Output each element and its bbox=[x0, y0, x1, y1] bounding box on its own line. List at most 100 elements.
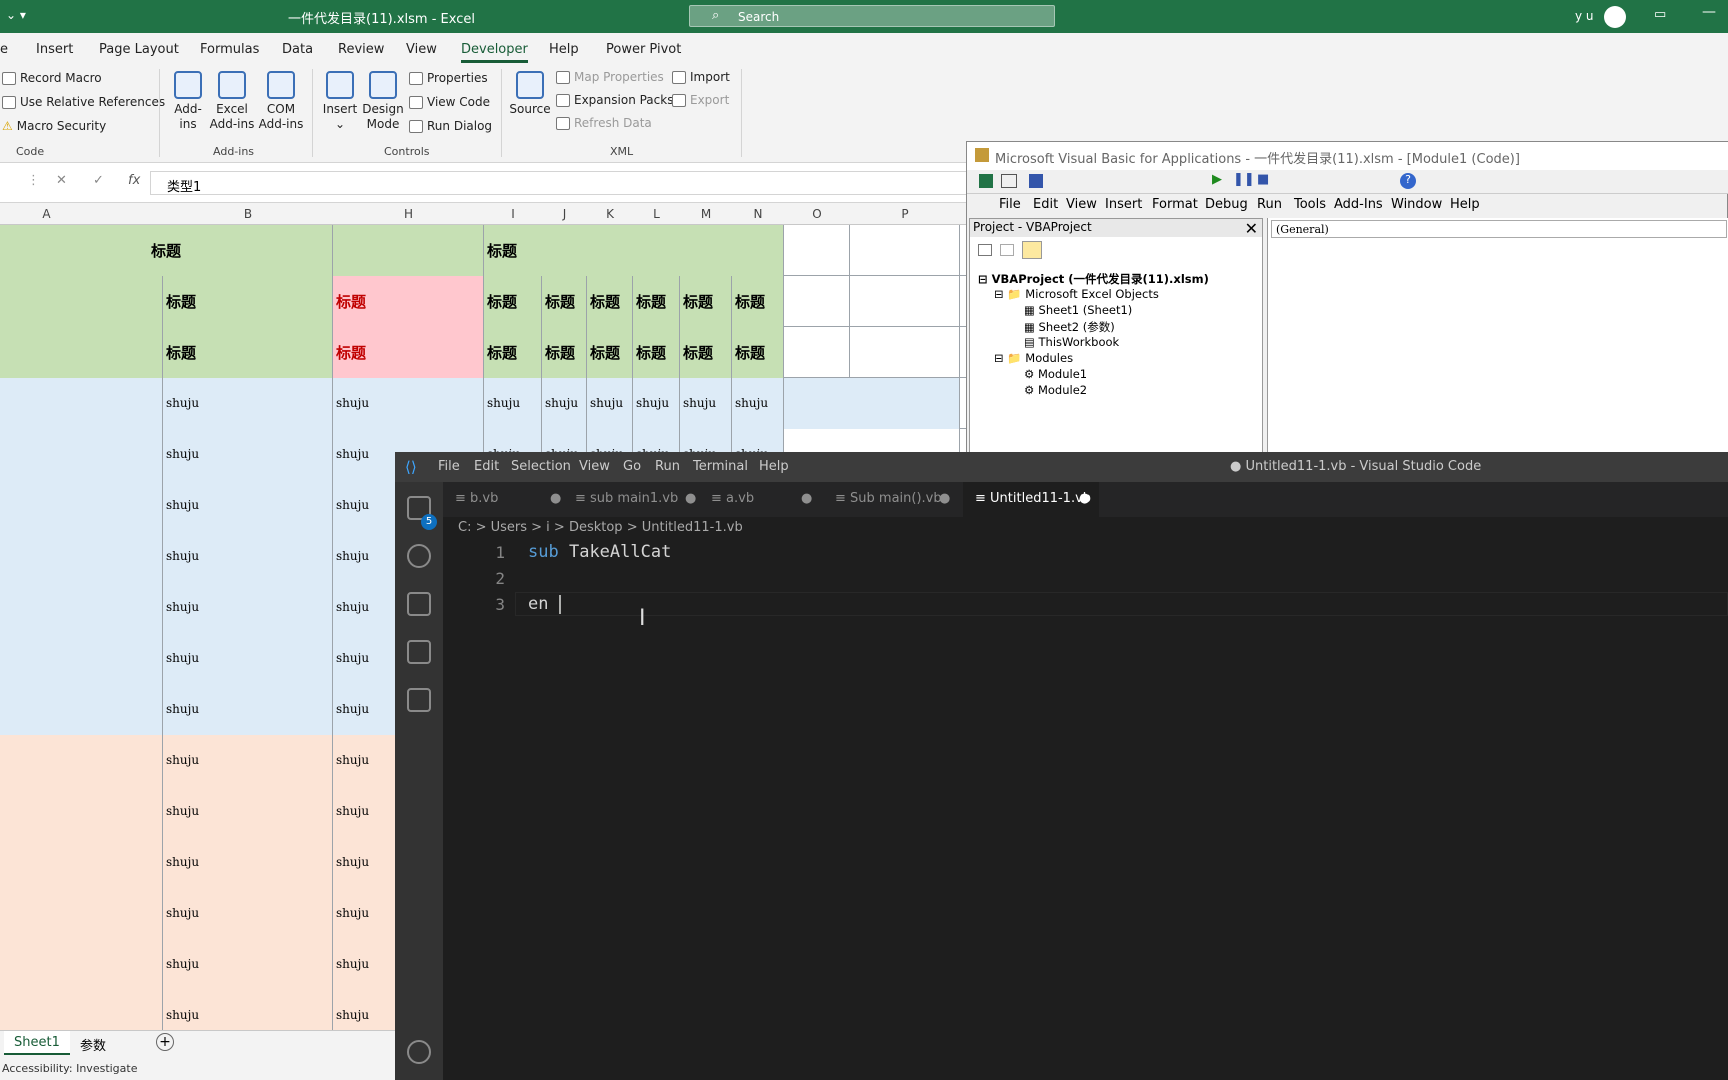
source-control-icon[interactable] bbox=[407, 592, 431, 616]
minimize-button[interactable]: — bbox=[1702, 4, 1716, 20]
code-line-3[interactable]: en bbox=[528, 594, 561, 614]
vba-menu-run[interactable]: Run bbox=[1257, 197, 1282, 212]
view-code-button[interactable]: View Code bbox=[409, 95, 490, 109]
table-cell[interactable]: shuju bbox=[484, 378, 542, 429]
table-cell[interactable] bbox=[0, 429, 163, 480]
tab-developer[interactable]: Developer bbox=[461, 42, 528, 63]
table-cell[interactable] bbox=[0, 327, 163, 378]
tab-data[interactable]: Data bbox=[282, 42, 313, 57]
relative-references-button[interactable]: Use Relative References bbox=[2, 95, 165, 109]
breadcrumb[interactable]: C: > Users > i > Desktop > Untitled11-1.… bbox=[458, 520, 743, 535]
table-cell[interactable]: 标题 bbox=[542, 276, 587, 327]
vscode-menu-file[interactable]: File bbox=[438, 459, 460, 474]
table-cell[interactable] bbox=[0, 939, 163, 990]
table-cell[interactable] bbox=[0, 990, 163, 1030]
stop-icon[interactable]: ■ bbox=[1257, 172, 1269, 187]
table-cell[interactable] bbox=[784, 378, 960, 429]
tree-sheet1[interactable]: ▦ Sheet1 (Sheet1) bbox=[1024, 303, 1132, 317]
macro-security-button[interactable]: ⚠ Macro Security bbox=[2, 119, 106, 133]
addins-button[interactable]: Add- ins bbox=[168, 71, 208, 132]
table-cell[interactable]: shuju bbox=[163, 633, 333, 684]
vscode-menu-terminal[interactable]: Terminal bbox=[693, 459, 748, 474]
vscode-menu-go[interactable]: Go bbox=[623, 459, 641, 474]
vscode-menu-run[interactable]: Run bbox=[655, 459, 680, 474]
table-cell[interactable] bbox=[0, 531, 163, 582]
tab-page-layout[interactable]: Page Layout bbox=[99, 42, 179, 57]
table-cell[interactable]: 标题 bbox=[484, 327, 542, 378]
ribbon-display-icon[interactable]: ▭ bbox=[1654, 7, 1666, 22]
table-cell[interactable]: shuju bbox=[163, 786, 333, 837]
table-cell[interactable]: shuju bbox=[163, 939, 333, 990]
table-cell[interactable]: 标题 bbox=[587, 276, 633, 327]
column-header-n[interactable]: N bbox=[732, 207, 784, 221]
table-cell[interactable]: 标题 bbox=[633, 327, 680, 378]
vba-menu-edit[interactable]: Edit bbox=[1033, 197, 1058, 212]
vba-code-pane[interactable]: (General) bbox=[1267, 218, 1728, 454]
vscode-menu-selection[interactable]: Selection bbox=[511, 459, 571, 474]
table-cell[interactable] bbox=[0, 735, 163, 786]
tab-power-pivot[interactable]: Power Pivot bbox=[606, 42, 681, 57]
table-cell[interactable] bbox=[0, 480, 163, 531]
vscode-menu-help[interactable]: Help bbox=[759, 459, 789, 474]
table-cell[interactable]: shuju bbox=[163, 990, 333, 1030]
tree-sheet2[interactable]: ▦ Sheet2 (参数) bbox=[1024, 319, 1115, 335]
toggle-folders-icon[interactable] bbox=[1022, 241, 1042, 259]
table-cell[interactable] bbox=[0, 582, 163, 633]
source-button[interactable]: Source bbox=[508, 71, 552, 117]
record-macro-button[interactable]: Record Macro bbox=[2, 71, 102, 85]
tree-excel-objects[interactable]: ⊟ 📁 Microsoft Excel Objects bbox=[994, 287, 1159, 301]
table-cell[interactable]: 标题 bbox=[680, 276, 732, 327]
check-icon[interactable]: ✓ bbox=[93, 173, 104, 188]
table-cell[interactable]: shuju bbox=[163, 378, 333, 429]
tree-module2[interactable]: ⚙ Module2 bbox=[1024, 383, 1087, 397]
design-mode-button[interactable]: Design Mode bbox=[361, 71, 405, 132]
export-button[interactable]: Export bbox=[672, 93, 729, 107]
tab-a-vb[interactable]: ≡ a.vb ● bbox=[711, 482, 819, 517]
column-header-m[interactable]: M bbox=[680, 207, 732, 221]
table-cell[interactable]: shuju bbox=[163, 837, 333, 888]
vba-menu-debug[interactable]: Debug bbox=[1205, 197, 1248, 212]
search-icon[interactable] bbox=[407, 544, 431, 568]
table-cell[interactable]: 标题 bbox=[484, 276, 542, 327]
accessibility-status[interactable]: Accessibility: Investigate bbox=[2, 1062, 138, 1075]
properties-button[interactable]: Properties bbox=[409, 71, 488, 85]
extensions-icon[interactable] bbox=[407, 688, 431, 712]
table-cell[interactable]: shuju bbox=[587, 378, 633, 429]
table-cell[interactable] bbox=[850, 327, 960, 378]
run-dialog-button[interactable]: Run Dialog bbox=[409, 119, 492, 133]
table-cell[interactable]: shuju bbox=[633, 378, 680, 429]
object-dropdown[interactable]: (General) bbox=[1271, 220, 1727, 238]
table-cell[interactable] bbox=[850, 225, 960, 276]
table-cell[interactable]: shuju bbox=[163, 531, 333, 582]
column-header-p[interactable]: P bbox=[850, 207, 960, 221]
refresh-data-button[interactable]: Refresh Data bbox=[556, 116, 652, 130]
tab-insert[interactable]: Insert bbox=[36, 42, 73, 57]
table-cell[interactable] bbox=[0, 786, 163, 837]
tree-thisworkbook[interactable]: ▤ ThisWorkbook bbox=[1024, 335, 1119, 349]
quick-access-icon[interactable]: ⌄ ▾ bbox=[6, 8, 26, 22]
help-icon[interactable]: ? bbox=[1400, 173, 1416, 189]
avatar[interactable] bbox=[1604, 6, 1626, 28]
view-code-icon[interactable] bbox=[1000, 244, 1014, 256]
tab-review[interactable]: Review bbox=[338, 42, 384, 57]
table-cell[interactable]: shuju bbox=[542, 378, 587, 429]
table-cell[interactable]: 标题 bbox=[163, 276, 333, 327]
column-header-b[interactable]: B bbox=[163, 207, 333, 221]
table-cell[interactable] bbox=[784, 225, 850, 276]
table-cell[interactable]: shuju bbox=[680, 378, 732, 429]
table-cell[interactable]: shuju bbox=[163, 429, 333, 480]
column-header-o[interactable]: O bbox=[784, 207, 850, 221]
vba-menu-help[interactable]: Help bbox=[1450, 197, 1480, 212]
vscode-menu-view[interactable]: View bbox=[579, 459, 610, 474]
com-addins-button[interactable]: COM Add-ins bbox=[256, 71, 306, 132]
table-cell[interactable]: shuju bbox=[163, 480, 333, 531]
tab-view[interactable]: View bbox=[406, 42, 437, 57]
table-cell[interactable]: shuju bbox=[163, 684, 333, 735]
excel-view-icon[interactable] bbox=[979, 174, 993, 188]
table-cell[interactable] bbox=[333, 225, 484, 276]
vscode-menu-edit[interactable]: Edit bbox=[474, 459, 499, 474]
tree-vbaproject[interactable]: ⊟ VBAProject (一件代发目录(11).xlsm) bbox=[978, 271, 1209, 287]
table-cell[interactable] bbox=[0, 378, 163, 429]
vba-menu-insert[interactable]: Insert bbox=[1105, 197, 1142, 212]
expansion-packs-button[interactable]: Expansion Packs bbox=[556, 93, 673, 107]
